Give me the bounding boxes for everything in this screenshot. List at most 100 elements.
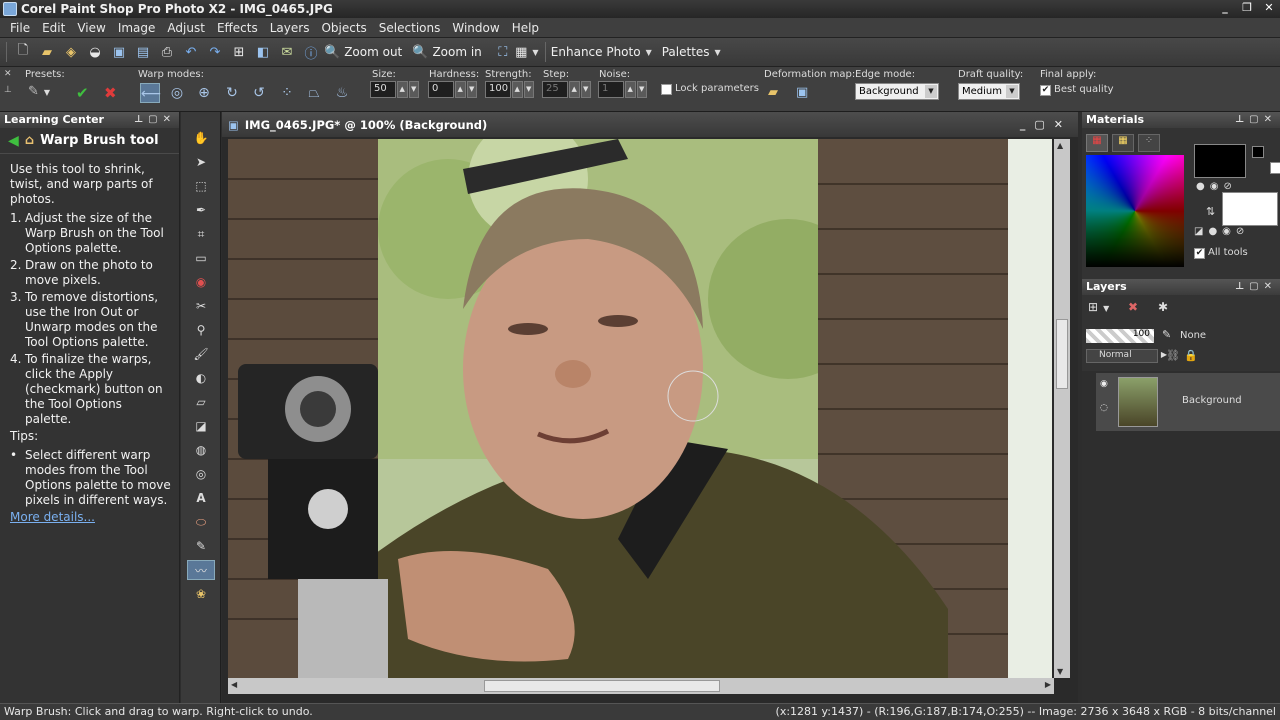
close-icon[interactable]: ✕	[4, 69, 12, 79]
link-icon[interactable]: ⛓	[1166, 349, 1180, 362]
color-picker-spectrum[interactable]	[1086, 155, 1184, 267]
push-mode-icon[interactable]: ⟵	[140, 83, 161, 103]
more-details-link[interactable]: More details...	[10, 510, 95, 524]
info-icon[interactable]: ⓘ	[300, 41, 322, 63]
color-replacer-icon[interactable]: ◎	[187, 464, 215, 484]
layer-visibility-icon[interactable]: ◉	[1100, 379, 1108, 389]
redo-icon[interactable]: ↷	[204, 41, 226, 63]
foreground-color-swatch[interactable]	[1194, 144, 1246, 178]
contract-mode-icon[interactable]: ⊕	[194, 83, 214, 103]
clone-brush-icon[interactable]: ⚲	[187, 320, 215, 340]
cancel-x-icon[interactable]: ✖	[104, 84, 117, 102]
scan-icon[interactable]: ◒	[84, 41, 106, 63]
load-map-icon[interactable]: ▰	[768, 85, 778, 100]
vertical-scrollbar[interactable]: ▲ ▼	[1054, 139, 1070, 678]
full-screen-icon[interactable]: ⛶	[492, 41, 514, 63]
scroll-up-icon[interactable]: ▲	[1057, 141, 1063, 150]
all-tools-checkbox[interactable]: ✔	[1194, 248, 1205, 259]
twirl-right-mode-icon[interactable]: ↻	[222, 83, 242, 103]
hardness-input[interactable]: 0	[428, 81, 454, 98]
back-arrow-icon[interactable]: ◀	[8, 133, 19, 149]
browse-icon[interactable]: ◈	[60, 41, 82, 63]
restore-button[interactable]: ❐	[1240, 1, 1254, 14]
new-layer-menu-icon[interactable]: ⊞ ▼	[1088, 300, 1109, 314]
opacity-slider[interactable]: 100	[1086, 329, 1154, 343]
minimize-button[interactable]: _	[1218, 1, 1232, 14]
swap-colors-icon[interactable]: ⇅	[1206, 205, 1215, 218]
background-mini-swatch[interactable]	[1270, 162, 1280, 174]
background-eraser-icon[interactable]: ◪	[187, 416, 215, 436]
layer-properties-icon[interactable]: ✱	[1158, 300, 1168, 314]
close-button[interactable]: ✕	[1262, 1, 1276, 14]
lock-parameters-checkbox[interactable]	[661, 84, 672, 95]
foreground-mini-swatch[interactable]	[1252, 146, 1264, 158]
document-window-controls[interactable]: _▢✕	[1020, 118, 1072, 131]
new-layer-icon[interactable]: ⊞	[228, 41, 250, 63]
warp-brush-icon[interactable]: 〰	[187, 560, 215, 580]
eraser-tool-icon[interactable]: ▱	[187, 392, 215, 412]
edge-mode-select[interactable]: Background ▼	[855, 83, 939, 100]
pen-tool-icon[interactable]: ✎	[187, 536, 215, 556]
strength-stepper[interactable]: ▲ ▼	[512, 81, 534, 98]
undo-icon[interactable]: ↶	[180, 41, 202, 63]
unwarp-mode-icon[interactable]: ♨	[332, 83, 352, 103]
lock-icon[interactable]: 🔒	[1184, 349, 1198, 362]
rainbow-tab-icon[interactable]: ▦	[1112, 134, 1134, 152]
panel-controls[interactable]: ⊥▢✕	[134, 112, 176, 128]
zoom-out-button[interactable]: 🔍 Zoom out	[324, 45, 402, 60]
new-file-icon[interactable]: 🗋	[12, 41, 34, 63]
panel-controls[interactable]: ⊥▢✕	[1235, 112, 1277, 128]
home-icon[interactable]: ⌂	[25, 133, 34, 148]
scroll-left-icon[interactable]: ◀	[231, 680, 237, 689]
layer-row[interactable]: ◉ ◌ Background	[1096, 373, 1280, 431]
draft-quality-select[interactable]: Medium ▼	[958, 83, 1020, 100]
frame-tab-icon[interactable]: ▦	[1086, 134, 1108, 152]
palettes-menu[interactable]: Palettes ▼	[662, 45, 721, 59]
iron-out-mode-icon[interactable]: ⏢	[304, 83, 324, 103]
open-folder-icon[interactable]: ▰	[36, 41, 58, 63]
zoom-in-button[interactable]: 🔍 Zoom in	[412, 45, 482, 60]
step-input[interactable]: 25	[542, 81, 568, 98]
background-style-buttons[interactable]: ◪●◉⊘	[1194, 226, 1249, 237]
style-buttons[interactable]: ●◉⊘	[1196, 181, 1237, 192]
horizontal-scroll-thumb[interactable]	[484, 680, 720, 692]
menu-adjust[interactable]: Adjust	[161, 21, 211, 35]
view-options-icon[interactable]: ▦ ▼	[515, 41, 538, 63]
strength-input[interactable]: 100	[485, 81, 511, 98]
scroll-right-icon[interactable]: ▶	[1045, 680, 1051, 689]
size-input[interactable]: 50	[370, 81, 396, 98]
menu-window[interactable]: Window	[446, 21, 505, 35]
menu-effects[interactable]: Effects	[211, 21, 264, 35]
menu-objects[interactable]: Objects	[315, 21, 372, 35]
pan-tool-icon[interactable]: ✋	[187, 128, 215, 148]
red-eye-tool-icon[interactable]: ◉	[187, 272, 215, 292]
save-as-icon[interactable]: ▤	[132, 41, 154, 63]
save-map-icon[interactable]: ▣	[796, 85, 808, 100]
panel-controls[interactable]: ⊥▢✕	[1235, 279, 1277, 295]
layer-lock-icon[interactable]: ◌	[1100, 403, 1108, 413]
selection-tool-icon[interactable]: ⬚	[187, 176, 215, 196]
menu-view[interactable]: View	[71, 21, 111, 35]
paint-brush-icon[interactable]: 🖌	[187, 344, 215, 364]
noise-stepper[interactable]: ▲ ▼	[625, 81, 647, 98]
preset-shape-icon[interactable]: ⬭	[187, 512, 215, 532]
best-quality-checkbox[interactable]: ✔	[1040, 85, 1051, 96]
image-canvas[interactable]	[228, 139, 1052, 678]
print-icon[interactable]: ⎙	[156, 41, 178, 63]
step-stepper[interactable]: ▲ ▼	[569, 81, 591, 98]
text-tool-icon[interactable]: A	[187, 488, 215, 508]
background-color-swatch[interactable]	[1222, 192, 1278, 226]
menu-selections[interactable]: Selections	[373, 21, 447, 35]
save-icon[interactable]: ▣	[108, 41, 130, 63]
menu-image[interactable]: Image	[112, 21, 162, 35]
hardness-stepper[interactable]: ▲ ▼	[455, 81, 477, 98]
apply-checkmark-icon[interactable]: ✔	[76, 84, 89, 102]
scroll-down-icon[interactable]: ▼	[1057, 667, 1063, 676]
menu-file[interactable]: File	[4, 21, 36, 35]
crop-tool-icon[interactable]: ⌗	[187, 224, 215, 244]
menu-help[interactable]: Help	[506, 21, 545, 35]
picture-tube-icon[interactable]: ❀	[187, 584, 215, 604]
menu-edit[interactable]: Edit	[36, 21, 71, 35]
blend-mode-select[interactable]: Normal ▶	[1086, 349, 1167, 363]
size-stepper[interactable]: ▲ ▼	[397, 81, 419, 98]
